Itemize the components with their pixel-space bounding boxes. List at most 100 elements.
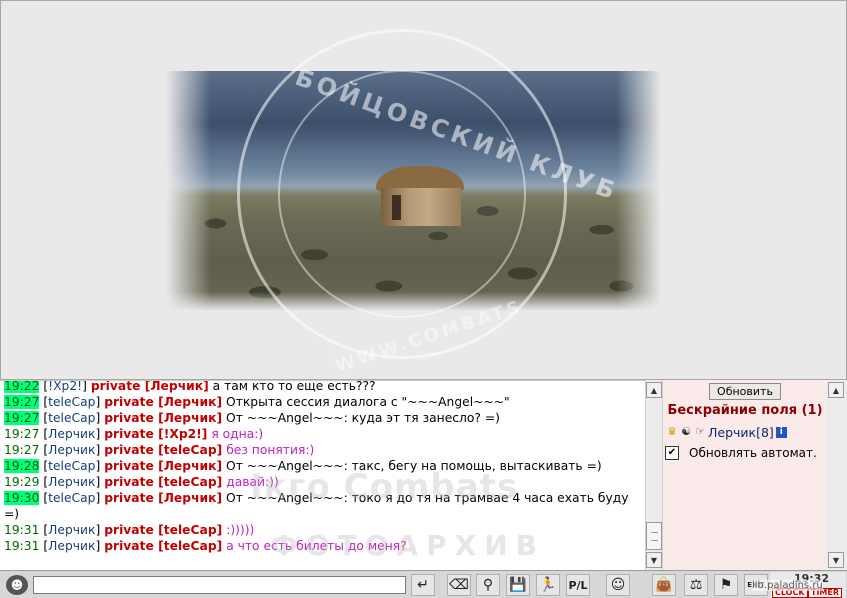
private-word: private xyxy=(104,475,154,489)
chat-recipient[interactable]: teleCap xyxy=(164,443,217,457)
site-watermark: lib.paladins.ru xyxy=(752,580,823,591)
pl-icon[interactable]: P/L xyxy=(566,574,590,596)
chat-message: давай:)) xyxy=(226,475,279,489)
private-word: private xyxy=(104,395,154,409)
bottom-toolbar: ☻ ↵ ⌫ ⚲ 💾 🏃 P/L ☺ 👜 ⚖ ⚑ EXIT xyxy=(0,570,847,598)
panel-scroll-up-button[interactable]: ▲ xyxy=(828,382,844,398)
chat-recipient[interactable]: Лерчик xyxy=(164,491,217,505)
chat-private-tag[interactable]: private [Лерчик] xyxy=(104,395,222,409)
chat-private-tag[interactable]: private [Лерчик] xyxy=(90,380,209,393)
chat-line: 19:31 [Лерчик] private [teleCap] :))))) xyxy=(4,523,255,537)
auto-refresh-checkbox[interactable]: ✔ xyxy=(665,446,679,460)
info-icon[interactable]: i xyxy=(775,426,787,438)
auto-refresh-row[interactable]: ✔ Обновлять автомат. xyxy=(665,446,817,460)
private-word: private xyxy=(90,380,141,393)
chat-line: 19:30 [teleCap] private [Лерчик] От ~~~A… xyxy=(4,491,633,521)
chat-message: я одна:) xyxy=(211,427,264,441)
chat-sender[interactable]: teleCap xyxy=(48,411,95,425)
chat-recipient[interactable]: Лерчик xyxy=(164,411,217,425)
chat-private-tag[interactable]: private [Лерчик] xyxy=(104,411,222,425)
chat-timestamp[interactable]: 19:30 xyxy=(4,491,40,505)
chat-sender[interactable]: Лерчик xyxy=(48,523,95,537)
chat-message: :))))) xyxy=(226,523,255,537)
chat-timestamp[interactable]: 19:27 xyxy=(4,427,39,441)
chat-recipient[interactable]: Лерчик xyxy=(164,395,217,409)
location-title: Бескрайние поля (1) xyxy=(667,403,823,418)
refresh-button[interactable]: Обновить xyxy=(709,383,781,400)
chat-recipient[interactable]: Лерчик xyxy=(164,459,217,473)
chat-message: От ~~~Angel~~~: куда эт тя занесло? =) xyxy=(226,411,500,425)
send-icon[interactable]: ↵ xyxy=(411,574,435,596)
chat-timestamp[interactable]: 19:31 xyxy=(4,539,39,553)
chat-message: а что есть билеты до меня? xyxy=(226,539,407,553)
chat-recipient[interactable]: Лерчик xyxy=(150,381,203,393)
scroll-thumb[interactable] xyxy=(646,522,662,550)
chat-timestamp[interactable]: 19:29 xyxy=(4,475,39,489)
chat-sender[interactable]: teleCap xyxy=(48,491,95,505)
chat-sender[interactable]: Лерчик xyxy=(48,443,95,457)
scroll-up-button[interactable]: ▲ xyxy=(646,382,662,398)
hand-icon[interactable]: ☞ xyxy=(693,426,707,438)
fight-icon[interactable]: 🏃 xyxy=(536,574,560,596)
bag-icon[interactable]: 👜 xyxy=(652,574,676,596)
chat-sender[interactable]: Лерчик xyxy=(48,475,95,489)
private-word: private xyxy=(104,539,154,553)
chat-sender[interactable]: teleCap xyxy=(48,459,95,473)
flag-icon[interactable]: ⚑ xyxy=(714,574,738,596)
chat-private-tag[interactable]: private [teleCap] xyxy=(104,443,222,457)
chat-message: От ~~~Angel~~~: такс, бегу на помощь, вы… xyxy=(226,459,602,473)
chat-private-tag[interactable]: private [Лерчик] xyxy=(104,491,222,505)
chat-timestamp[interactable]: 19:27 xyxy=(4,443,39,457)
smile-icon[interactable]: ☺ xyxy=(606,574,630,596)
chat-line: 19:27 [teleCap] private [Лерчик] Открыта… xyxy=(4,395,510,409)
chat-timestamp[interactable]: 19:27 xyxy=(4,411,40,425)
chat-line: 19:31 [Лерчик] private [teleCap] а что е… xyxy=(4,539,407,553)
private-word: private xyxy=(104,411,154,425)
user-name[interactable]: Лерчик[8] xyxy=(708,425,774,440)
private-word: private xyxy=(104,443,154,457)
chat-private-tag[interactable]: private [teleCap] xyxy=(104,539,222,553)
chat-line: 19:28 [teleCap] private [Лерчик] От ~~~A… xyxy=(4,459,602,473)
message-input[interactable] xyxy=(33,576,406,594)
chat-timestamp[interactable]: 19:28 xyxy=(4,459,40,473)
chat-sender[interactable]: !Xp2! xyxy=(48,381,82,393)
chat-line: 19:29 [Лерчик] private [teleCap] давай:)… xyxy=(4,475,279,489)
private-word: private xyxy=(104,459,154,473)
chat-sender[interactable]: teleCap xyxy=(48,395,95,409)
save-icon[interactable]: 💾 xyxy=(506,574,530,596)
eraser-icon[interactable]: ⌫ xyxy=(447,574,471,596)
chat-message: без понятия:) xyxy=(226,443,315,457)
chat-timestamp[interactable]: 19:27 xyxy=(4,395,40,409)
chat-lines: 19:22 [!Xp2!] private [Лерчик] а там кто… xyxy=(4,380,640,554)
chat-line: 19:27 [teleCap] private [Лерчик] От ~~~A… xyxy=(4,411,500,425)
chat-line: 19:27 [Лерчик] private [!Xp2!] я одна:) xyxy=(4,427,264,441)
panel-scrollbar[interactable]: ▲ ▼ xyxy=(826,380,847,570)
chat-private-tag[interactable]: private [teleCap] xyxy=(104,475,222,489)
chat-recipient[interactable]: teleCap xyxy=(164,523,217,537)
filter-icon[interactable]: ⚲ xyxy=(476,574,500,596)
chat-line: 19:27 [Лерчик] private [teleCap] без пон… xyxy=(4,443,315,457)
chat-message: Открыта сессия диалога с "~~~Angel~~~" xyxy=(226,395,510,409)
private-word: private xyxy=(104,491,154,505)
chat-private-tag[interactable]: private [Лерчик] xyxy=(104,459,222,473)
user-row[interactable]: ♛ ☯ ☞ Лерчик[8] i xyxy=(665,424,787,440)
align-icon: ☯ xyxy=(681,425,691,438)
panel-scroll-down-button[interactable]: ▼ xyxy=(828,552,844,568)
trade-icon[interactable]: ⚖ xyxy=(684,574,708,596)
chat-private-tag[interactable]: private [!Xp2!] xyxy=(104,427,207,441)
chat-timestamp[interactable]: 19:22 xyxy=(4,381,40,393)
online-panel: Обновить Бескрайние поля (1) ♛ ☯ ☞ Лерчи… xyxy=(662,380,826,570)
chat-scrollbar[interactable]: ▲ ▼ xyxy=(645,380,662,570)
chat-private-tag[interactable]: private [teleCap] xyxy=(104,523,222,537)
clan-icon: ♛ xyxy=(667,425,677,438)
chat-message: От ~~~Angel~~~: токо я до тя на трамвае … xyxy=(4,491,633,521)
scroll-down-button[interactable]: ▼ xyxy=(646,552,662,568)
chat-log[interactable]: 19:22 [!Xp2!] private [Лерчик] а там кто… xyxy=(0,380,645,570)
chat-recipient[interactable]: !Xp2! xyxy=(164,427,202,441)
chat-recipient[interactable]: teleCap xyxy=(164,539,217,553)
chat-mode-icon[interactable]: ☻ xyxy=(6,575,28,595)
chat-sender[interactable]: Лерчик xyxy=(48,539,95,553)
chat-recipient[interactable]: teleCap xyxy=(164,475,217,489)
chat-timestamp[interactable]: 19:31 xyxy=(4,523,39,537)
chat-sender[interactable]: Лерчик xyxy=(48,427,95,441)
